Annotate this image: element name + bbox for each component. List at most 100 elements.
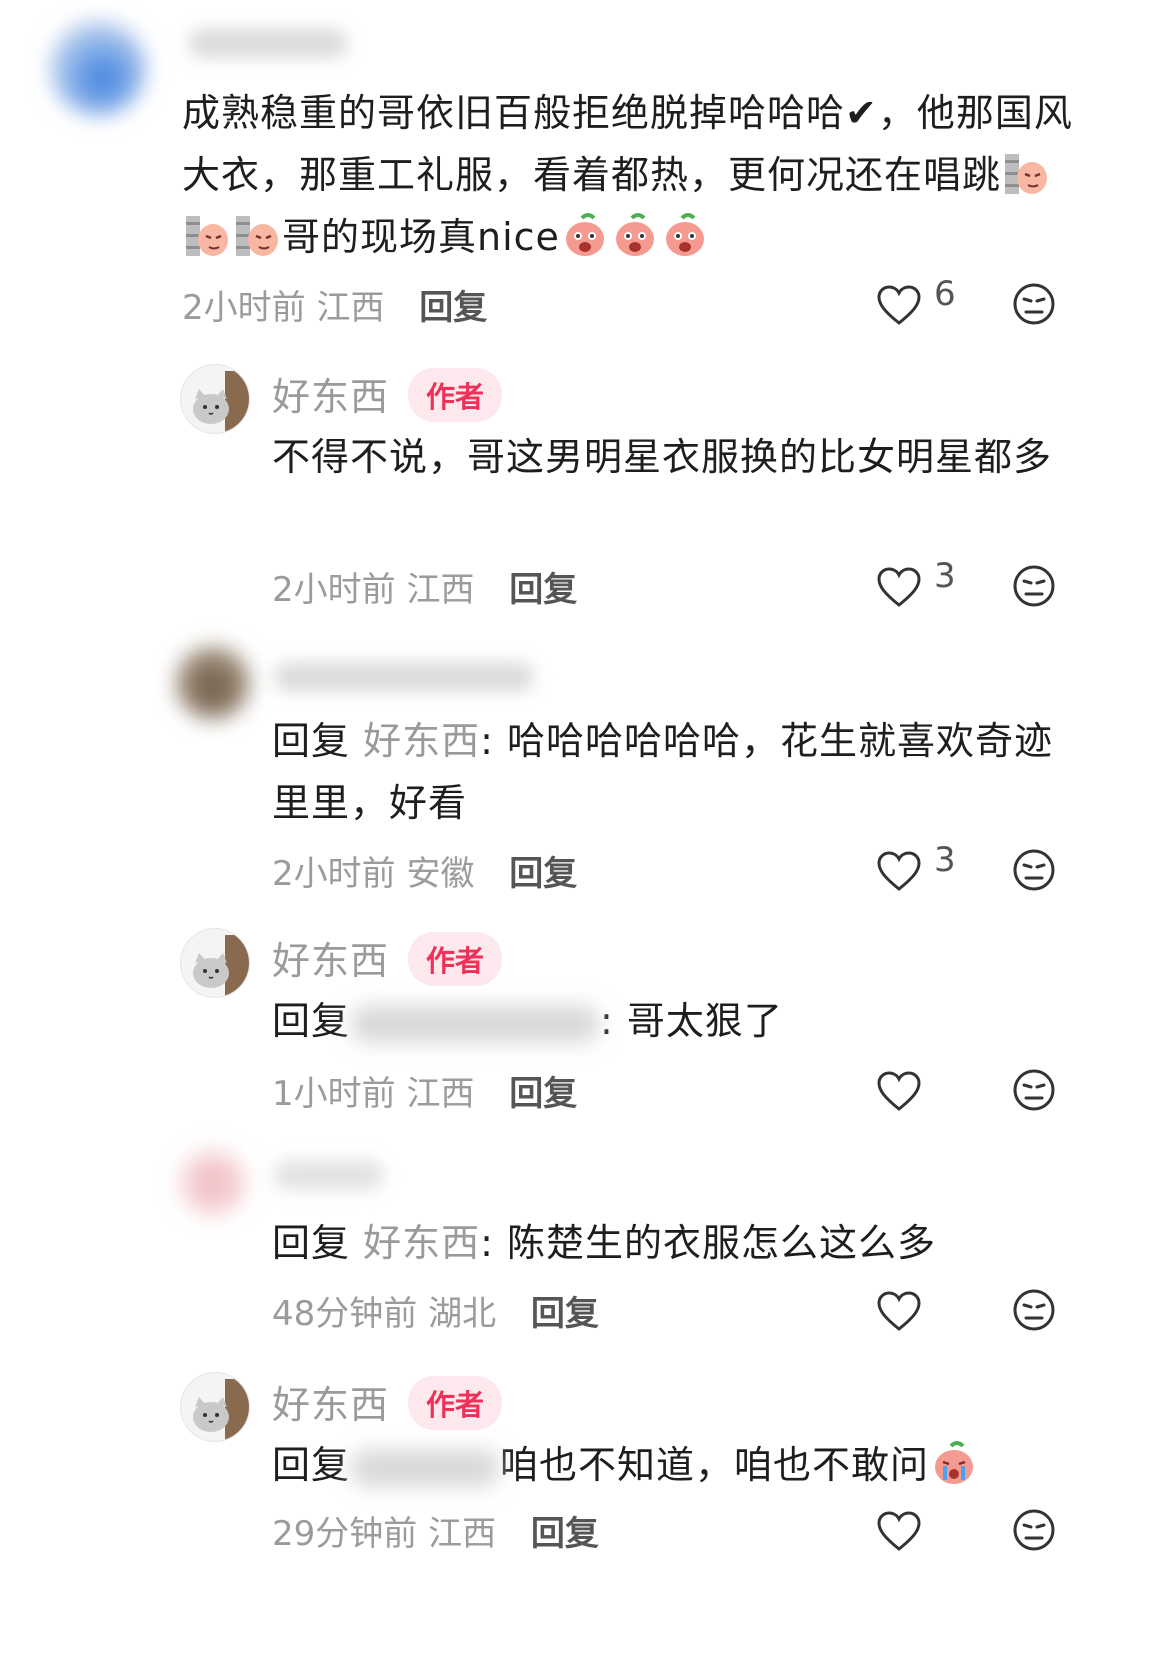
- peach-emoji: [662, 212, 708, 258]
- like-count: 6: [934, 274, 956, 314]
- user-avatar[interactable]: [50, 20, 146, 116]
- comment-meta: 29分钟前 江西 回复: [272, 1506, 599, 1555]
- reply-text: 咱也不知道，咱也不敢问: [500, 1443, 930, 1487]
- dislike-face-icon: [1013, 1069, 1055, 1111]
- reply-colon: :: [480, 719, 494, 763]
- reply-button[interactable]: 回复: [531, 1294, 599, 1334]
- dislike-button[interactable]: [1012, 282, 1056, 330]
- comment-text: 回复 咱也不知道，咱也不敢问: [272, 1434, 1072, 1496]
- author-name[interactable]: 好东西: [272, 366, 389, 421]
- dislike-button[interactable]: [1012, 848, 1056, 896]
- comment-text: 回复 : 哥太狠了: [272, 990, 1072, 1052]
- timestamp: 2小时前: [272, 570, 396, 610]
- comment-2: 好东西 作者 不得不说，哥这男明星衣服换的比女明星都多 2小时前 江西 回复 3: [0, 360, 1169, 620]
- dislike-face-icon: [1013, 849, 1055, 891]
- author-avatar[interactable]: [180, 364, 250, 434]
- comment-text: 不得不说，哥这男明星衣服换的比女明星都多: [272, 435, 1053, 479]
- reply-text: 陈楚生的衣服怎么这么多: [507, 1221, 937, 1265]
- timestamp: 2小时前: [182, 288, 306, 328]
- comment-text: 成熟稳重的哥依旧百般拒绝脱掉哈哈哈✔，他那国风大衣，那重工礼服，看着都热，更何况…: [182, 82, 1082, 268]
- location: 湖北: [428, 1294, 497, 1334]
- author-badge: 作者: [408, 1376, 503, 1430]
- cat-avatar-icon: [193, 935, 249, 997]
- comment-meta: 48分钟前 湖北 回复: [272, 1286, 599, 1335]
- peach-emoji: [562, 212, 608, 258]
- reply-prefix: 回复: [272, 719, 351, 763]
- user-avatar[interactable]: [176, 646, 250, 720]
- username-blurred[interactable]: [188, 28, 348, 58]
- comment-text: 回复 好东西: 哈哈哈哈哈哈，花生就喜欢奇迹里里，好看: [272, 710, 1072, 834]
- heart-icon: [877, 1071, 921, 1111]
- dislike-face-icon: [1013, 565, 1055, 607]
- like-button[interactable]: 3: [876, 840, 960, 898]
- location: 江西: [428, 1514, 497, 1554]
- like-button[interactable]: [876, 1508, 960, 1558]
- dislike-face-icon: [1013, 1509, 1055, 1551]
- dislike-face-icon: [1013, 1289, 1055, 1331]
- author-badge: 作者: [408, 932, 503, 986]
- user-avatar[interactable]: [180, 1150, 246, 1216]
- comment-5: 回复 好东西: 陈楚生的衣服怎么这么多 48分钟前 湖北 回复: [0, 1140, 1169, 1360]
- comment-meta: 2小时前 江西 回复: [272, 562, 577, 611]
- reply-button[interactable]: 回复: [531, 1514, 599, 1554]
- heart-icon: [877, 1291, 921, 1331]
- comment-4: 好东西 作者 回复 : 哥太狠了 1小时前 江西 回复: [0, 926, 1169, 1126]
- heart-icon: [877, 285, 921, 325]
- dislike-button[interactable]: [1012, 564, 1056, 612]
- heart-icon: [877, 567, 921, 607]
- wall-emoji: [184, 212, 230, 258]
- comment-meta: 1小时前 江西 回复: [272, 1066, 577, 1115]
- author-name[interactable]: 好东西: [272, 930, 389, 985]
- wall-emoji: [1003, 150, 1049, 196]
- location: 江西: [406, 570, 475, 610]
- comment-6: 好东西 作者 回复 咱也不知道，咱也不敢问 29分钟前 江西 回复: [0, 1370, 1169, 1664]
- reply-target[interactable]: 好东西: [363, 719, 480, 763]
- reply-text: : 哥太狠了: [600, 999, 783, 1043]
- comment-3: 回复 好东西: 哈哈哈哈哈哈，花生就喜欢奇迹里里，好看 2小时前 安徽 回复 3: [0, 640, 1169, 910]
- location: 江西: [316, 288, 385, 328]
- cat-avatar-icon: [193, 371, 249, 433]
- author-badge: 作者: [408, 368, 503, 422]
- reply-target-blurred[interactable]: [350, 1448, 501, 1487]
- dislike-button[interactable]: [1012, 1508, 1056, 1556]
- username-blurred[interactable]: [274, 662, 534, 692]
- username-blurred[interactable]: [274, 1160, 384, 1190]
- like-count: 3: [934, 840, 956, 880]
- reply-prefix: 回复: [272, 1443, 351, 1487]
- reply-button[interactable]: 回复: [509, 1074, 577, 1114]
- like-button[interactable]: [876, 1288, 960, 1338]
- author-avatar[interactable]: [180, 928, 250, 998]
- timestamp: 29分钟前: [272, 1514, 418, 1554]
- reply-target-blurred[interactable]: [350, 1004, 601, 1043]
- comment-meta: 2小时前 江西 回复: [182, 280, 487, 329]
- location: 江西: [406, 1074, 475, 1114]
- reply-prefix: 回复: [272, 1221, 351, 1265]
- like-count: 3: [934, 556, 956, 596]
- reply-button[interactable]: 回复: [509, 854, 577, 894]
- crying-emoji: [931, 1440, 977, 1486]
- heart-icon: [877, 1511, 921, 1551]
- like-button[interactable]: [876, 1068, 960, 1118]
- timestamp: 1小时前: [272, 1074, 396, 1114]
- like-button[interactable]: 6: [876, 274, 960, 332]
- author-name[interactable]: 好东西: [272, 1374, 389, 1429]
- checkmark-icon: ✔: [845, 91, 878, 135]
- timestamp: 48分钟前: [272, 1294, 418, 1334]
- comment-text-part3: 哥的现场真nice: [282, 215, 560, 259]
- timestamp: 2小时前: [272, 854, 396, 894]
- peach-emoji: [612, 212, 658, 258]
- reply-button[interactable]: 回复: [509, 570, 577, 610]
- dislike-face-icon: [1013, 283, 1055, 325]
- like-button[interactable]: 3: [876, 556, 960, 614]
- cat-avatar-icon: [193, 1379, 249, 1441]
- reply-button[interactable]: 回复: [419, 288, 487, 328]
- location: 安徽: [406, 854, 475, 894]
- comment-1: 成熟稳重的哥依旧百般拒绝脱掉哈哈哈✔，他那国风大衣，那重工礼服，看着都热，更何况…: [0, 0, 1169, 340]
- dislike-button[interactable]: [1012, 1288, 1056, 1336]
- reply-prefix: 回复: [272, 999, 351, 1043]
- comment-text-part1: 成熟稳重的哥依旧百般拒绝脱掉哈哈哈: [182, 91, 846, 135]
- author-avatar[interactable]: [180, 1372, 250, 1442]
- dislike-button[interactable]: [1012, 1068, 1056, 1116]
- reply-target[interactable]: 好东西: [363, 1221, 480, 1265]
- reply-colon: :: [480, 1221, 494, 1265]
